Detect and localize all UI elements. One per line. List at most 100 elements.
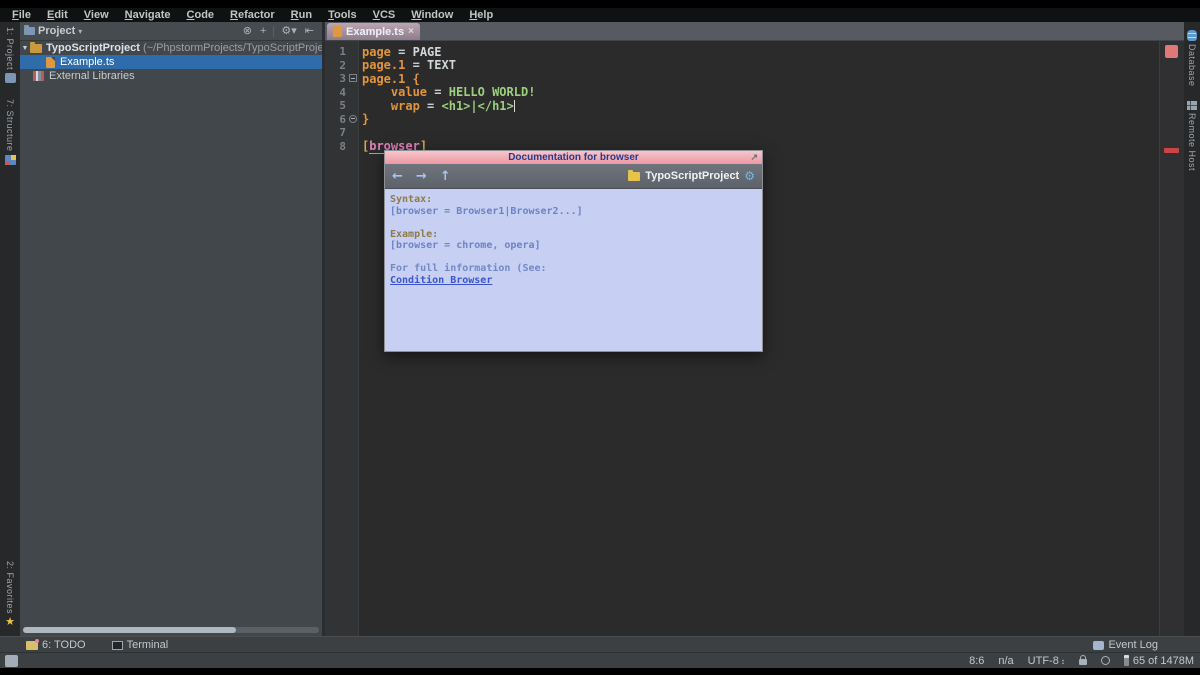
inspections-hector-icon[interactable] <box>1101 656 1110 665</box>
code-line-5: 5 wrap = <h1>|</h1> <box>325 99 1160 113</box>
tree-row-external-libraries[interactable]: External Libraries <box>20 69 322 83</box>
structure-stripe-label: 7: Structure <box>5 99 15 152</box>
toolwindow-button-favorites[interactable]: 2: Favorites ★ <box>5 561 15 628</box>
tree-row-example-ts[interactable]: Example.ts <box>20 55 322 69</box>
toolwindow-button-remote-host[interactable]: Remote Host <box>1187 101 1197 171</box>
line-number: 4 <box>325 86 349 99</box>
menu-view[interactable]: View <box>76 9 117 21</box>
status-bar: 8:6 n/a UTF-8↕ 65 of 1478M <box>0 652 1200 668</box>
error-stripe-scrollbar[interactable] <box>1159 41 1184 636</box>
caret-position-widget[interactable]: 8:6 <box>969 655 984 667</box>
menu-run[interactable]: Run <box>283 9 320 21</box>
token-plain: PAGE <box>413 45 442 59</box>
toolwindow-button-event-log[interactable]: Event Log <box>1093 639 1158 651</box>
code-lines[interactable]: 1page = PAGE2page.1 = TEXT3page.1 {4 val… <box>325 45 1160 153</box>
separator <box>273 26 274 37</box>
fold-marker-icon[interactable] <box>349 74 357 82</box>
chevron-down-icon[interactable]: ▾ <box>78 27 82 36</box>
menu-edit[interactable]: Edit <box>39 9 76 21</box>
expand-arrow-icon[interactable]: ▼ <box>20 45 30 52</box>
file-name: Example.ts <box>60 56 114 68</box>
lock-icon[interactable] <box>1079 659 1087 665</box>
token-str: HELLO WORLD! <box>449 85 536 99</box>
documentation-popup-titlebar[interactable]: Documentation for browser ↗ <box>385 151 762 164</box>
menu-vcs[interactable]: VCS <box>365 9 404 21</box>
line-separator-widget[interactable]: n/a <box>998 655 1013 667</box>
scrollbar-thumb[interactable] <box>23 627 236 633</box>
fold-gutter <box>349 140 359 154</box>
editor-tab-bar: Example.ts × <box>325 22 1184 41</box>
documentation-popup-title: Documentation for browser <box>508 152 639 163</box>
up-icon[interactable]: ↑ <box>440 169 451 184</box>
fold-marker-icon[interactable] <box>349 115 357 123</box>
documentation-popup-body: Syntax:[browser = Browser1|Browser2...]E… <box>385 189 762 351</box>
token-plain: TEXT <box>427 58 456 72</box>
fold-gutter <box>349 45 359 59</box>
project-panel: Project ▾ ⊗ + ⚙▾ ⇤ ▼TypoScriptProject (~/Ph… <box>20 22 322 636</box>
back-icon[interactable]: ← <box>392 169 403 184</box>
toolwindow-button-database[interactable]: Database <box>1187 30 1197 87</box>
toolwindow-switcher-icon[interactable] <box>5 655 18 667</box>
tree-row-typoscriptproject[interactable]: ▼TypoScriptProject (~/PhpstormProjects/T… <box>20 41 322 55</box>
remote-host-stripe-label: Remote Host <box>1187 113 1197 171</box>
menu-help[interactable]: Help <box>461 9 501 21</box>
project-panel-title[interactable]: Project <box>38 25 75 37</box>
typescript-file-icon <box>46 57 55 68</box>
toolwindow-button-project[interactable]: 1: Project <box>5 27 16 83</box>
token-op: = <box>420 99 442 113</box>
doc-line-heading: Example: <box>390 229 757 241</box>
code-line-4: 4 value = HELLO WORLD! <box>325 86 1160 100</box>
database-icon <box>1187 30 1197 41</box>
text-caret <box>514 100 515 112</box>
menu-navigate[interactable]: Navigate <box>117 9 179 21</box>
token-brace: { <box>413 72 420 86</box>
token-str: <h1>|</h1> <box>442 99 514 113</box>
token-op: = <box>391 45 413 59</box>
settings-gear-icon[interactable]: ⚙▾ <box>281 26 296 37</box>
restore-popup-icon[interactable]: ↗ <box>750 151 758 164</box>
menu-tools[interactable]: Tools <box>320 9 365 21</box>
project-panel-toolbar: ⊗ + ⚙▾ ⇤ <box>239 26 318 37</box>
memory-indicator[interactable]: 65 of 1478M <box>1124 655 1194 667</box>
menu-refactor[interactable]: Refactor <box>222 9 283 21</box>
line-error-marker[interactable] <box>1164 148 1179 153</box>
documentation-popup-toolbar: ← → ↑ TypoScriptProject ⚙ <box>385 164 762 189</box>
code-text: page = PAGE <box>359 45 442 59</box>
fold-gutter <box>349 126 359 140</box>
forward-icon[interactable]: → <box>416 169 427 184</box>
toolwindow-button-todo[interactable]: 6: TODO <box>26 639 86 651</box>
line-number: 7 <box>325 126 349 139</box>
project-horizontal-scrollbar[interactable] <box>23 627 319 633</box>
encoding-widget[interactable]: UTF-8↕ <box>1028 655 1065 667</box>
phpstorm-window: FileEditViewNavigateCodeRefactorRunTools… <box>0 0 1200 675</box>
doc-line-text: For full information (See: <box>390 263 757 275</box>
tab-example-ts[interactable]: Example.ts × <box>327 23 420 40</box>
hide-panel-icon[interactable]: ⇤ <box>305 26 314 37</box>
doc-link-condition-browser[interactable]: Condition Browser <box>390 275 757 287</box>
documentation-settings-icon[interactable]: ⚙ <box>744 169 755 183</box>
line-number: 2 <box>325 59 349 72</box>
tab-close-icon[interactable]: × <box>408 26 414 37</box>
toolwindow-button-terminal[interactable]: Terminal <box>112 639 169 651</box>
token-kw: page <box>362 45 391 59</box>
project-panel-header: Project ▾ ⊗ + ⚙▾ ⇤ <box>20 22 322 41</box>
tab-label: Example.ts <box>346 26 404 38</box>
close-icon[interactable]: ⊗ <box>243 26 252 37</box>
toolwindow-button-structure[interactable]: 7: Structure <box>5 99 16 165</box>
menu-code[interactable]: Code <box>179 9 223 21</box>
terminal-label: Terminal <box>127 639 169 651</box>
menu-window[interactable]: Window <box>403 9 461 21</box>
project-view-icon <box>24 27 35 35</box>
line-number: 1 <box>325 45 349 58</box>
locate-icon[interactable]: + <box>260 26 266 37</box>
token-kw: wrap <box>391 99 420 113</box>
menu-file[interactable]: File <box>4 9 39 21</box>
database-stripe-label: Database <box>1187 44 1197 87</box>
project-stripe-label: 1: Project <box>5 27 15 70</box>
line-number: 5 <box>325 99 349 112</box>
token-op: = <box>405 58 427 72</box>
file-error-indicator[interactable] <box>1165 45 1178 58</box>
terminal-icon <box>112 641 123 650</box>
folder-icon <box>30 44 42 53</box>
encoding-label: UTF-8 <box>1028 655 1059 667</box>
